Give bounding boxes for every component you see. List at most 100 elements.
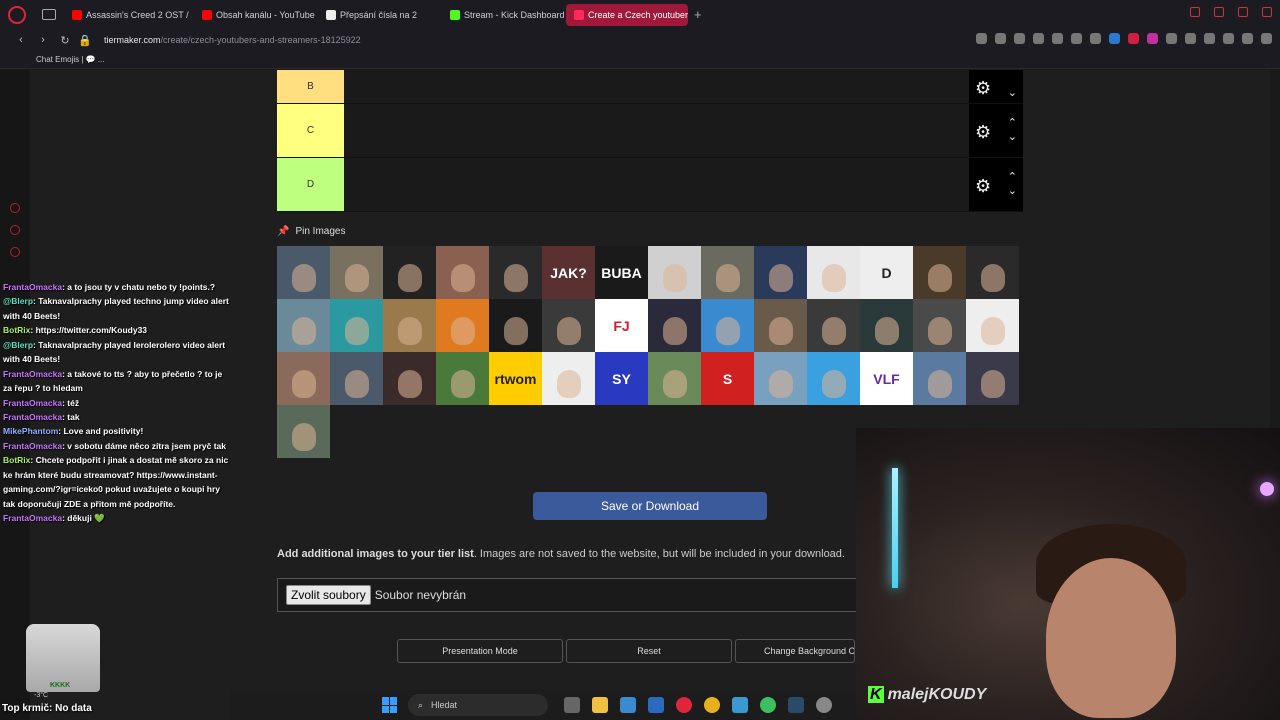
forward-icon[interactable]: ›: [34, 34, 52, 46]
browser-tab[interactable]: Stream - Kick Dashboard: [442, 4, 564, 26]
steam-icon[interactable]: [788, 697, 804, 713]
tier-item-image[interactable]: [436, 299, 489, 352]
url-field[interactable]: tiermaker.com/create/czech-youtubers-and…: [104, 35, 361, 45]
tier-item-image[interactable]: [277, 352, 330, 405]
profile-icon[interactable]: [1204, 33, 1215, 44]
chevron-down-icon[interactable]: ⌄: [1008, 131, 1017, 143]
chevron-up-icon[interactable]: ⌃: [1008, 171, 1017, 183]
extension-icon[interactable]: [995, 33, 1006, 44]
save-download-button[interactable]: Save or Download: [533, 492, 767, 520]
presentation-mode-button[interactable]: Presentation Mode: [397, 639, 563, 663]
tier-item-image[interactable]: JAK?: [542, 246, 595, 299]
puzzle-icon[interactable]: [1185, 33, 1196, 44]
tier-drop-zone[interactable]: [344, 158, 969, 211]
download-icon[interactable]: [1223, 33, 1234, 44]
tier-item-image[interactable]: D: [860, 246, 913, 299]
tier-item-image[interactable]: [913, 299, 966, 352]
extension-icon[interactable]: [1014, 33, 1025, 44]
tier-drop-zone[interactable]: [344, 104, 969, 157]
taskbar-search[interactable]: ⌕ Hledat: [408, 694, 548, 716]
tier-item-image[interactable]: [277, 246, 330, 299]
tier-item-image[interactable]: [330, 299, 383, 352]
windows-start-icon[interactable]: [382, 697, 398, 713]
tier-item-image[interactable]: [383, 246, 436, 299]
close-icon[interactable]: [1262, 7, 1272, 17]
chevron-down-icon[interactable]: ⌄: [1008, 185, 1017, 197]
extension-icon[interactable]: [1128, 33, 1139, 44]
outlook-icon[interactable]: [648, 697, 664, 713]
tier-item-image[interactable]: [860, 299, 913, 352]
menu-icon[interactable]: [1261, 33, 1272, 44]
tier-item-image[interactable]: [807, 299, 860, 352]
tier-item-image[interactable]: [383, 299, 436, 352]
tier-item-image[interactable]: [648, 299, 701, 352]
tier-item-image[interactable]: BUBA: [595, 246, 648, 299]
tier-item-image[interactable]: FJ: [595, 299, 648, 352]
extension-icon[interactable]: [976, 33, 987, 44]
tier-item-image[interactable]: S: [701, 352, 754, 405]
tier-item-image[interactable]: [913, 352, 966, 405]
reset-button[interactable]: Reset: [566, 639, 732, 663]
extension-icon[interactable]: [1166, 33, 1177, 44]
tier-item-image[interactable]: [807, 352, 860, 405]
gear-icon[interactable]: ⚙: [975, 176, 991, 197]
maximize-icon[interactable]: [1238, 7, 1248, 17]
tier-item-image[interactable]: rtwom: [489, 352, 542, 405]
tier-item-image[interactable]: [489, 246, 542, 299]
chevron-down-icon[interactable]: ⌄: [1008, 87, 1017, 99]
heart-icon[interactable]: [1090, 33, 1101, 44]
minimize-icon[interactable]: [1214, 7, 1224, 17]
tier-label[interactable]: C: [277, 104, 344, 157]
tier-item-image[interactable]: [701, 246, 754, 299]
opera-menu-icon[interactable]: [8, 5, 26, 24]
tier-item-image[interactable]: VLF: [860, 352, 913, 405]
tier-item-image[interactable]: [648, 246, 701, 299]
extension-icon[interactable]: [1109, 33, 1120, 44]
browser-tab[interactable]: Create a Czech youtubers...: [566, 3, 688, 26]
tier-item-image[interactable]: [330, 352, 383, 405]
whatsapp-icon[interactable]: [760, 697, 776, 713]
tier-item-image[interactable]: [966, 299, 1019, 352]
extension-icon[interactable]: [1052, 33, 1063, 44]
photos-icon[interactable]: [732, 697, 748, 713]
tier-item-image[interactable]: [542, 299, 595, 352]
tier-item-image[interactable]: [542, 352, 595, 405]
tier-item-image[interactable]: [277, 405, 330, 458]
chevron-up-icon[interactable]: ⌃: [1008, 117, 1017, 129]
extension-icon[interactable]: [1071, 33, 1082, 44]
store-icon[interactable]: [620, 697, 636, 713]
ai-icon[interactable]: [1242, 33, 1253, 44]
settings-icon[interactable]: [816, 697, 832, 713]
tier-item-image[interactable]: [807, 246, 860, 299]
new-tab-button[interactable]: +: [694, 7, 702, 22]
translate-icon[interactable]: [1033, 33, 1044, 44]
tier-item-image[interactable]: SY: [595, 352, 648, 405]
gear-icon[interactable]: ⚙: [975, 78, 991, 99]
change-background-button[interactable]: Change Background C: [735, 639, 855, 663]
tier-drop-zone[interactable]: [344, 70, 969, 103]
opera-icon[interactable]: [676, 697, 692, 713]
tier-item-image[interactable]: [701, 299, 754, 352]
tier-item-image[interactable]: [754, 246, 807, 299]
tier-item-image[interactable]: [330, 246, 383, 299]
workspaces-icon[interactable]: [42, 9, 56, 20]
extension-icon[interactable]: [1147, 33, 1158, 44]
chrome-icon[interactable]: [704, 697, 720, 713]
tier-item-image[interactable]: [754, 299, 807, 352]
gear-icon[interactable]: ⚙: [975, 122, 991, 143]
tier-item-image[interactable]: [436, 246, 489, 299]
tier-item-image[interactable]: [648, 352, 701, 405]
back-icon[interactable]: ‹: [12, 34, 30, 46]
tier-item-image[interactable]: [754, 352, 807, 405]
tier-item-image[interactable]: [966, 246, 1019, 299]
tier-item-image[interactable]: [913, 246, 966, 299]
tier-item-image[interactable]: [966, 352, 1019, 405]
browser-tab[interactable]: Obsah kanálu - YouTube S...: [194, 4, 316, 26]
browser-tab[interactable]: Assassin's Creed 2 OST / ...: [64, 4, 192, 26]
file-explorer-icon[interactable]: [592, 697, 608, 713]
tier-item-image[interactable]: [436, 352, 489, 405]
tier-label[interactable]: D: [277, 158, 344, 211]
pin-images-toggle[interactable]: 📌 Pin Images: [277, 226, 345, 237]
bookmark-chat-emojis[interactable]: Chat Emojis | 💬 ...: [36, 55, 105, 64]
tier-item-image[interactable]: [277, 299, 330, 352]
